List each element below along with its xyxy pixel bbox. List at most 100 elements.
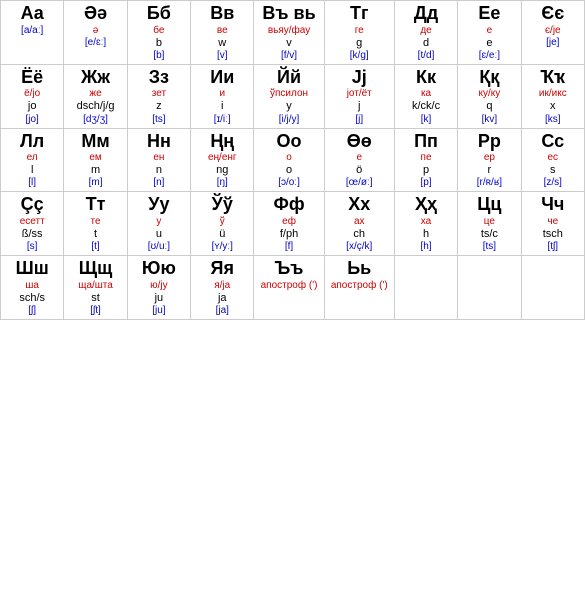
alphabet-cell: Йй ўпсилон y [i/j/y] — [254, 64, 324, 128]
letter-latin: ß/ss — [22, 228, 43, 241]
letter-main: Дд — [414, 3, 438, 25]
alphabet-cell: Өө е ö [œ/øː] — [324, 128, 394, 192]
letter-latin: sch/s — [19, 292, 45, 305]
letter-latin: u — [156, 228, 162, 241]
alphabet-cell: Ңң ең/енг ng [ŋ] — [191, 128, 254, 192]
alphabet-cell: Мм ем m [m] — [64, 128, 127, 192]
letter-ipa: [n] — [153, 177, 164, 189]
alphabet-cell: Въ вь вьяу/фау v [f/v] — [254, 1, 324, 65]
letter-name: апостроф (') — [331, 280, 388, 292]
letter-ipa: [ja] — [216, 305, 229, 317]
letter-main: Ңң — [210, 131, 234, 153]
letter-ipa: [tʃ] — [548, 241, 559, 253]
letter-name: ў — [220, 216, 225, 228]
letter-main: Аа — [21, 3, 44, 25]
letter-name: є/je — [545, 25, 561, 37]
letter-ipa: [ʃ] — [28, 305, 36, 317]
letter-name: у — [156, 216, 161, 228]
letter-main: Шш — [16, 258, 49, 280]
letter-ipa: [je] — [546, 37, 559, 49]
letter-latin: m — [91, 164, 100, 177]
alphabet-cell: Зз зет z [ts] — [127, 64, 190, 128]
letter-main: Лл — [20, 131, 44, 153]
letter-main: Сс — [541, 131, 564, 153]
letter-main: Ъъ — [275, 258, 304, 280]
letter-main: Хх — [348, 194, 370, 216]
letter-main: Ьь — [347, 258, 371, 280]
letter-name: зет — [152, 88, 166, 100]
alphabet-cell: Аа [a/aː] — [1, 1, 64, 65]
alphabet-cell: Лл ел l [l] — [1, 128, 64, 192]
letter-main: Әә — [84, 3, 107, 25]
alphabet-cell: Дд де d [t/d] — [394, 1, 457, 65]
letter-name: ю/jу — [150, 280, 168, 292]
letter-ipa: [p] — [420, 177, 431, 189]
letter-ipa: [jo] — [26, 114, 39, 126]
letter-main: Кк — [416, 67, 436, 89]
letter-main: Зз — [149, 67, 169, 89]
letter-name: ə — [93, 25, 99, 37]
alphabet-cell: Пп пе p [p] — [394, 128, 457, 192]
letter-latin: jo — [28, 100, 37, 113]
alphabet-cell: Тг ге g [k/g] — [324, 1, 394, 65]
letter-name: де — [420, 25, 431, 37]
letter-ipa: [k/g] — [350, 50, 369, 62]
alphabet-cell: Щщ ща/шта st [ʃt] — [64, 256, 127, 320]
alphabet-cell: Әә ə [e/ɛː] — [64, 1, 127, 65]
letter-name: еф — [282, 216, 296, 228]
letter-name: ща/шта — [78, 280, 113, 292]
letter-main: Тг — [350, 3, 369, 25]
letter-ipa: [ts] — [483, 241, 496, 253]
letter-ipa: [i/j/y] — [279, 114, 300, 126]
alphabet-cell — [394, 256, 457, 320]
letter-latin: d — [423, 37, 429, 50]
alphabet-cell: Сс ес s [z/s] — [521, 128, 584, 192]
letter-name: ел — [27, 152, 38, 164]
letter-ipa: [j] — [355, 114, 363, 126]
letter-main: Яя — [211, 258, 234, 280]
alphabet-cell: Хх ах ch [x/ç/k] — [324, 192, 394, 256]
letter-latin: w — [218, 37, 226, 50]
letter-main: Цц — [477, 194, 501, 216]
letter-main: Чч — [541, 194, 564, 216]
alphabet-cell: Ққ ку/ку q [kv] — [458, 64, 521, 128]
letter-name: ха — [421, 216, 431, 228]
letter-ipa: [f/v] — [281, 50, 297, 62]
letter-ipa: [t/d] — [418, 50, 435, 62]
letter-main: Юю — [142, 258, 176, 280]
letter-name: ен — [153, 152, 164, 164]
letter-name: апостроф (') — [261, 280, 318, 292]
letter-ipa: [ŋ] — [217, 177, 228, 189]
alphabet-cell: Ёё ё/jo jo [jo] — [1, 64, 64, 128]
letter-main: Фф — [273, 194, 304, 216]
letter-latin: v — [286, 37, 292, 50]
letter-name: е — [487, 25, 493, 37]
letter-latin: i — [221, 100, 223, 113]
letter-latin: j — [358, 100, 360, 113]
alphabet-cell: Цц це ts/c [ts] — [458, 192, 521, 256]
letter-ipa: [z/s] — [544, 177, 562, 189]
letter-name: ең/енг — [208, 152, 237, 164]
letter-ipa: [ks] — [545, 114, 561, 126]
letter-ipa: [l] — [28, 177, 36, 189]
letter-ipa: [s] — [27, 241, 38, 253]
letter-ipa: [ɛ/eː] — [479, 50, 500, 62]
letter-name: ё/jo — [24, 88, 40, 100]
letter-main: Щщ — [79, 258, 113, 280]
letter-latin: p — [423, 164, 429, 177]
letter-main: Бб — [147, 3, 171, 25]
alphabet-cell: Рр ер r [r/ʀ/ʁ] — [458, 128, 521, 192]
letter-ipa: [ʃt] — [90, 305, 101, 317]
letter-name: я/ja — [214, 280, 230, 292]
letter-name: ем — [89, 152, 101, 164]
letter-name: бе — [153, 25, 164, 37]
letter-main: Нн — [147, 131, 171, 153]
letter-main: Йй — [277, 67, 301, 89]
letter-latin: f/ph — [280, 228, 298, 241]
alphabet-cell: Тт те t [t] — [64, 192, 127, 256]
letter-ipa: [œ/øː] — [346, 177, 373, 189]
letter-ipa: [b] — [153, 50, 164, 62]
letter-latin: ts/c — [481, 228, 498, 241]
letter-latin: ü — [219, 228, 225, 241]
letter-latin: k/ck/c — [412, 100, 440, 113]
